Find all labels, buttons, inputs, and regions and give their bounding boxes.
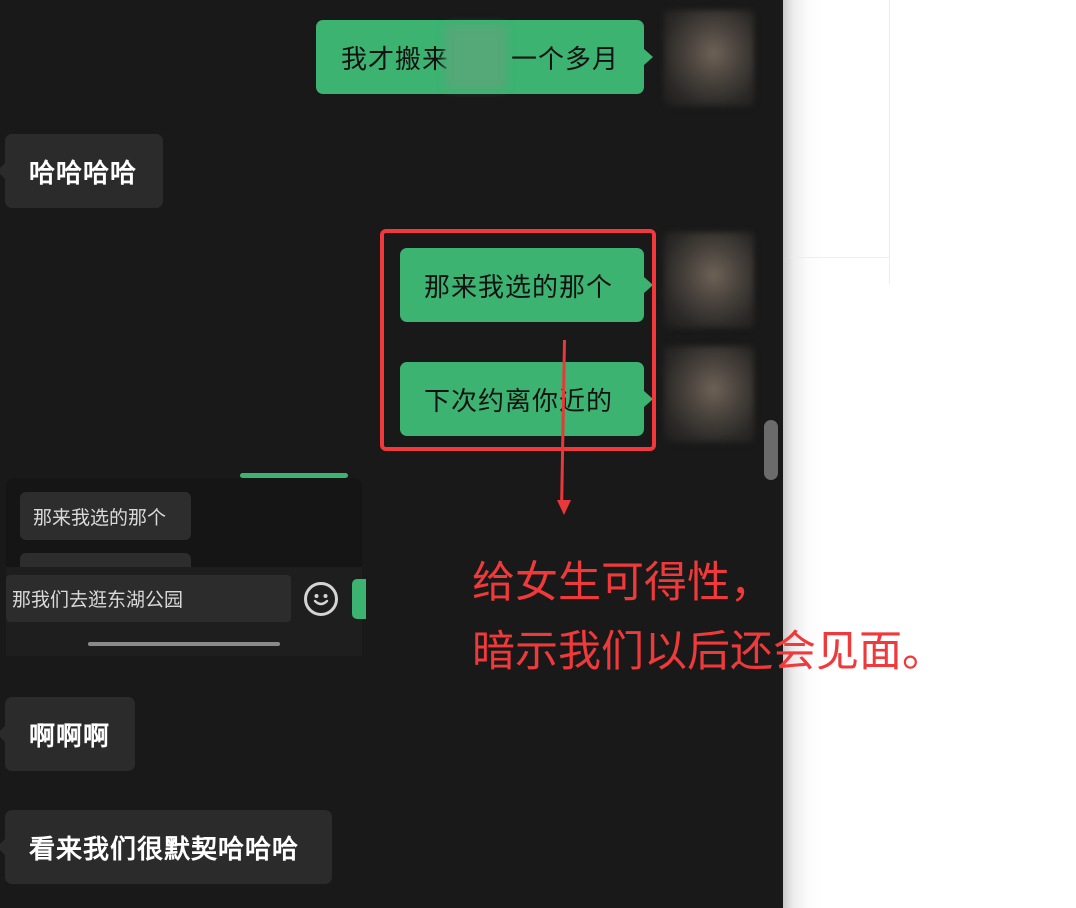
send-button[interactable] xyxy=(352,579,366,619)
avatar[interactable] xyxy=(664,232,754,328)
message-bubble-incoming[interactable]: 看来我们很默契哈哈哈 xyxy=(0,810,332,884)
annotation-line-2: 暗示我们以后还会见面。 xyxy=(472,627,945,677)
message-text: 啊啊啊 xyxy=(29,721,111,752)
avatar[interactable] xyxy=(664,10,754,106)
privacy-blur xyxy=(445,25,507,89)
right-panel-line xyxy=(889,0,890,284)
home-indicator xyxy=(88,642,280,646)
quoted-message[interactable]: 那来我选的那个 xyxy=(20,492,191,540)
message-bubble-incoming[interactable]: 哈哈哈哈 xyxy=(0,134,163,208)
quoted-message-partial xyxy=(20,553,191,567)
message-input[interactable]: 那我们去逛东湖公园 xyxy=(6,575,291,622)
smiley-icon[interactable] xyxy=(304,582,338,616)
message-text: 哈哈哈哈 xyxy=(29,158,138,189)
avatar[interactable] xyxy=(664,346,754,442)
message-text: 看来我们很默契哈哈哈 xyxy=(29,834,300,865)
message-text-after: 一个多月 xyxy=(511,44,620,75)
message-bubble-incoming[interactable]: 啊啊啊 xyxy=(0,697,135,771)
arrow-head xyxy=(557,500,571,515)
panel-divider xyxy=(783,0,823,908)
highlight-box xyxy=(380,229,656,451)
quoted-message-text: 那来我选的那个 xyxy=(33,506,167,529)
message-text: 我才搬来 xyxy=(341,44,450,75)
annotation-line-1: 给女生可得性， xyxy=(472,558,773,608)
scrollbar-thumb[interactable] xyxy=(764,420,778,480)
right-panel-line xyxy=(790,257,890,258)
chat-pane: 我才搬来 一个多月 哈哈哈哈 那来我选的那个 下次约离你近的 那来我选的那个 那… xyxy=(0,0,783,908)
message-input-text: 那我们去逛东湖公园 xyxy=(12,589,184,611)
